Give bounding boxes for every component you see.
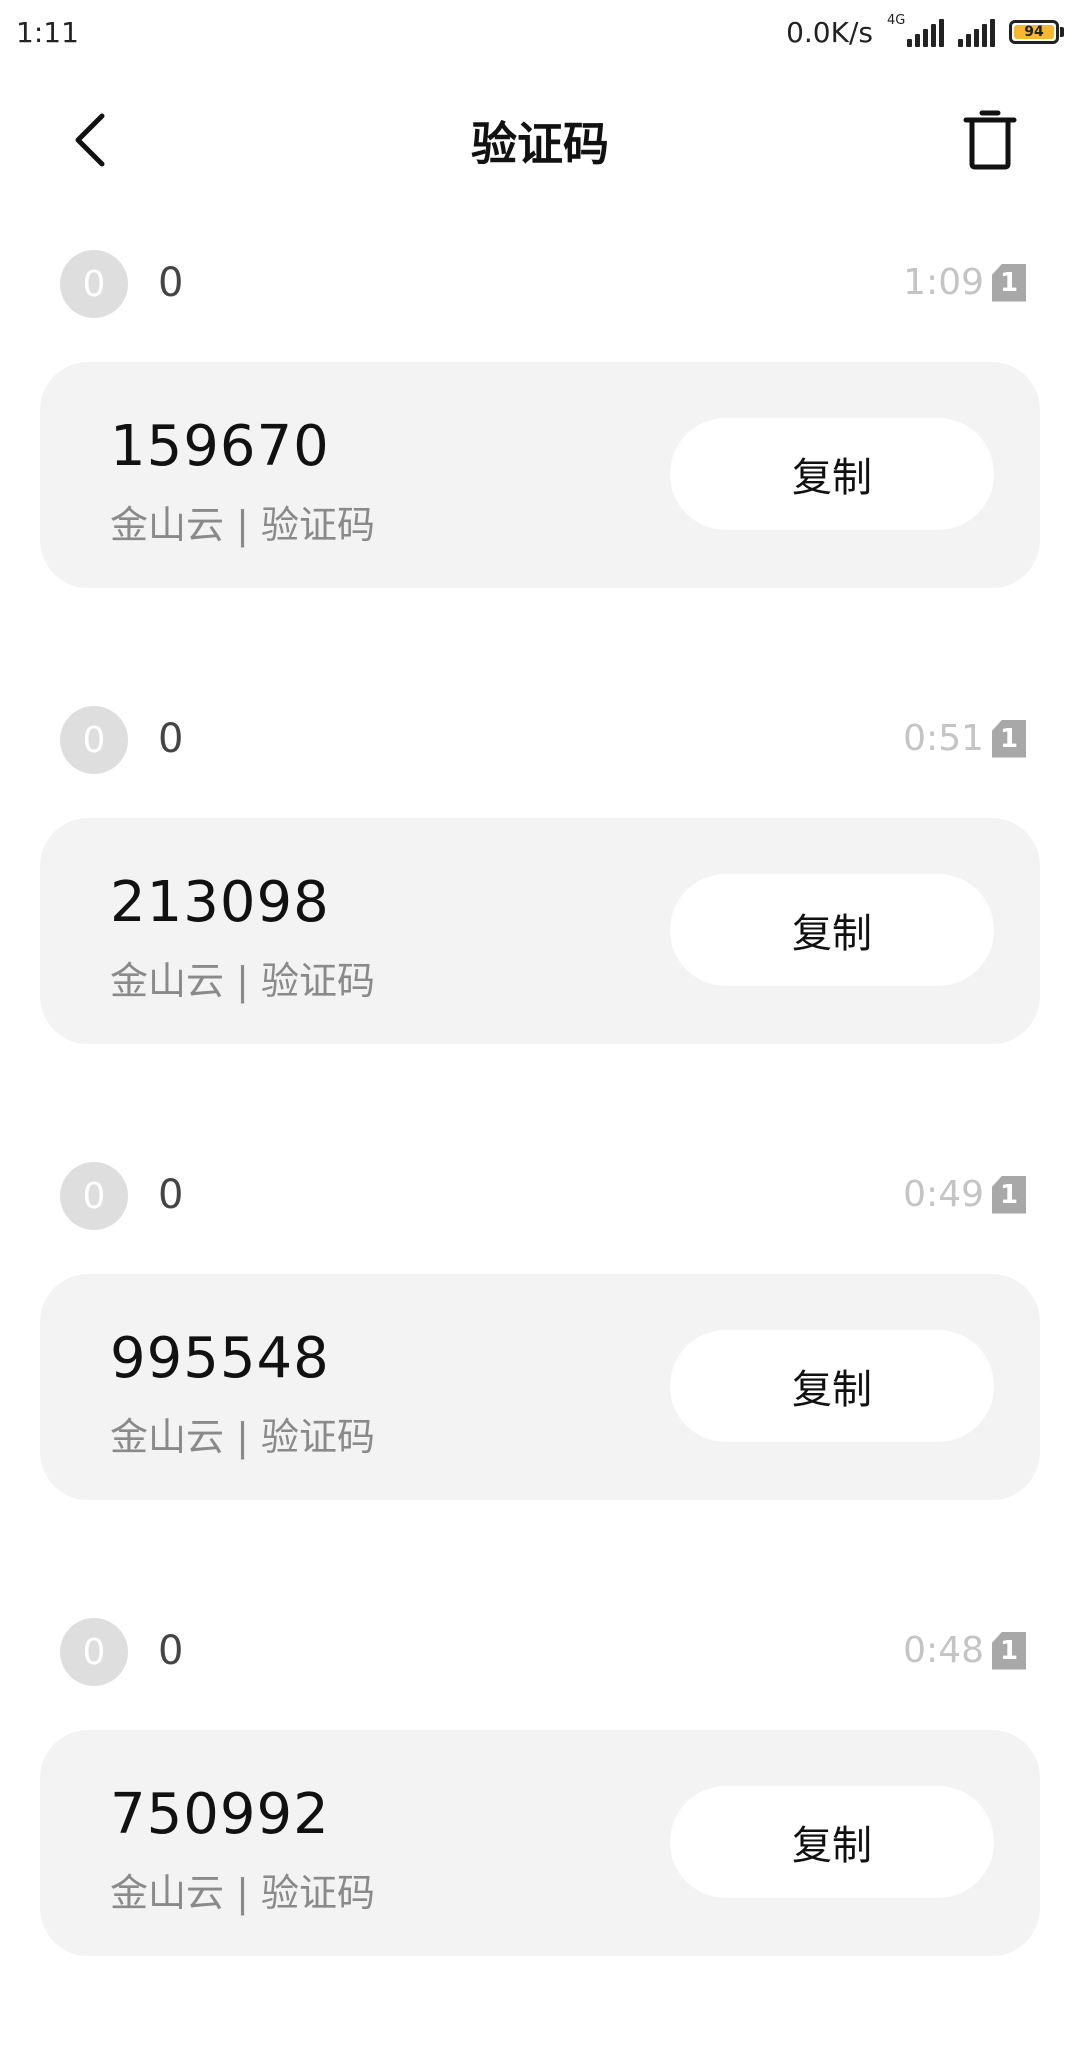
avatar[interactable]: 0 <box>60 706 128 774</box>
sender-name: 0 <box>158 1172 184 1218</box>
sim-card-icon: 1 <box>992 1175 1026 1214</box>
network-type: 4G <box>887 13 906 28</box>
verification-code: 750992 <box>110 1782 330 1847</box>
code-card[interactable]: 213098 金山云 | 验证码 复制 <box>40 818 1040 1044</box>
avatar[interactable]: 0 <box>60 250 128 318</box>
sender-name: 0 <box>158 1628 184 1674</box>
avatar[interactable]: 0 <box>60 1162 128 1230</box>
battery-icon: 94 <box>1009 20 1064 44</box>
message-time-wrap: 0:49 1 <box>903 1174 1026 1215</box>
message-group: 0 0 0:48 1 750992 金山云 | 验证码 复制 <box>0 1614 1080 2070</box>
status-bar: 1:11 0.0K/s 4G 94 <box>0 0 1080 64</box>
page-title: 验证码 <box>471 117 609 171</box>
sim-card-icon: 1 <box>992 719 1026 758</box>
delete-button[interactable] <box>956 106 1024 174</box>
message-time: 0:51 <box>903 718 984 759</box>
message-list: 0 0 1:09 1 159670 金山云 | 验证码 复制 0 0 0:51 … <box>0 246 1080 2070</box>
message-meta: 0 0 0:51 1 <box>0 702 1080 778</box>
message-time-wrap: 0:48 1 <box>903 1630 1026 1671</box>
sim-card-icon: 1 <box>992 263 1026 302</box>
copy-button[interactable]: 复制 <box>670 418 994 530</box>
message-time: 0:49 <box>903 1174 984 1215</box>
copy-button[interactable]: 复制 <box>670 1330 994 1442</box>
message-meta: 0 0 1:09 1 <box>0 246 1080 322</box>
message-meta: 0 0 0:49 1 <box>0 1158 1080 1234</box>
verification-code: 159670 <box>110 414 330 479</box>
network-speed: 0.0K/s <box>786 15 873 49</box>
message-meta: 0 0 0:48 1 <box>0 1614 1080 1690</box>
code-card[interactable]: 750992 金山云 | 验证码 复制 <box>40 1730 1040 1956</box>
verification-code: 995548 <box>110 1326 330 1391</box>
avatar[interactable]: 0 <box>60 1618 128 1686</box>
code-description: 金山云 | 验证码 <box>110 503 375 547</box>
code-description: 金山云 | 验证码 <box>110 1871 375 1915</box>
status-time: 1:11 <box>16 15 79 49</box>
trash-icon <box>963 110 1017 170</box>
status-icons: 0.0K/s 4G 94 <box>786 13 1064 49</box>
sender-name: 0 <box>158 260 184 306</box>
message-group: 0 0 0:51 1 213098 金山云 | 验证码 复制 <box>0 702 1080 1158</box>
signal-icon-sim1: 4G <box>887 13 944 47</box>
message-group: 0 0 0:49 1 995548 金山云 | 验证码 复制 <box>0 1158 1080 1614</box>
code-description: 金山云 | 验证码 <box>110 959 375 1003</box>
signal-icon-sim2 <box>958 17 995 47</box>
code-card[interactable]: 159670 金山云 | 验证码 复制 <box>40 362 1040 588</box>
message-time-wrap: 1:09 1 <box>903 262 1026 303</box>
message-time: 0:48 <box>903 1630 984 1671</box>
battery-level: 94 <box>1014 25 1054 39</box>
sim-card-icon: 1 <box>992 1631 1026 1670</box>
verification-code: 213098 <box>110 870 330 935</box>
message-group: 0 0 1:09 1 159670 金山云 | 验证码 复制 <box>0 246 1080 702</box>
code-description: 金山云 | 验证码 <box>110 1415 375 1459</box>
copy-button[interactable]: 复制 <box>670 1786 994 1898</box>
message-time: 1:09 <box>903 262 984 303</box>
app-header: 验证码 <box>0 80 1080 200</box>
sender-name: 0 <box>158 716 184 762</box>
message-time-wrap: 0:51 1 <box>903 718 1026 759</box>
code-card[interactable]: 995548 金山云 | 验证码 复制 <box>40 1274 1040 1500</box>
copy-button[interactable]: 复制 <box>670 874 994 986</box>
